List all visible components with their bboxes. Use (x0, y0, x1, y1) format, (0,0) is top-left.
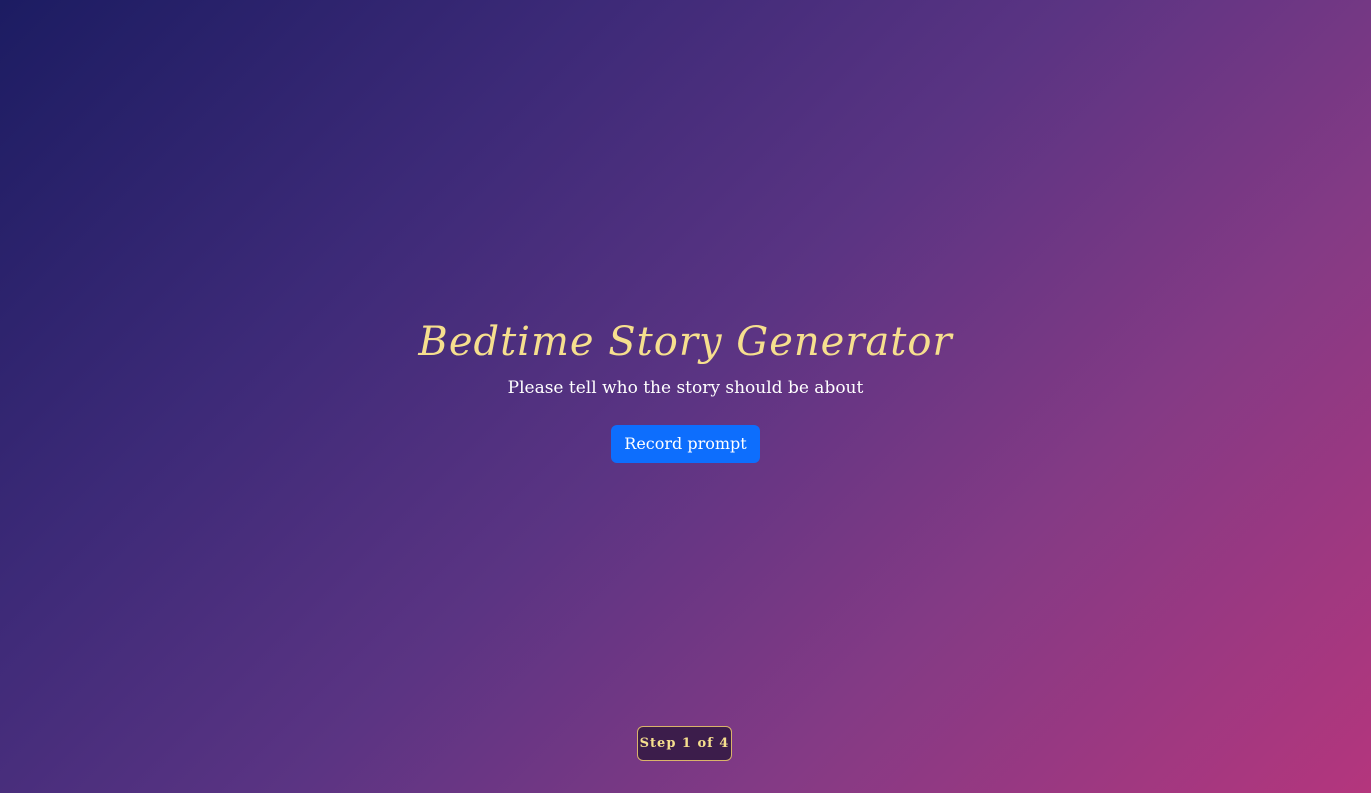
record-prompt-button[interactable]: Record prompt (611, 425, 760, 463)
prompt-instruction: Please tell who the story should be abou… (507, 378, 864, 398)
page-title: Bedtime Story Generator (418, 319, 953, 365)
main-content: Bedtime Story Generator Please tell who … (0, 318, 1371, 463)
step-indicator: Step 1 of 4 (637, 726, 732, 761)
app-root: { "app": { "title": "Bedtime Story Gener… (0, 0, 1371, 793)
